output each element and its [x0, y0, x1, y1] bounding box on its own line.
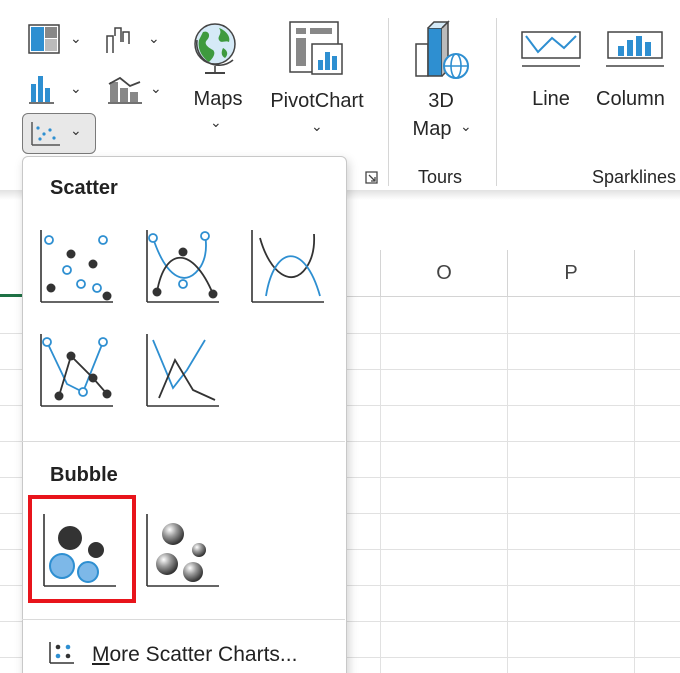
scatter-straight-lines-markers-option[interactable] — [37, 330, 117, 412]
scatter-smooth-lines-option[interactable] — [248, 226, 328, 308]
pivotchart-icon[interactable] — [288, 20, 348, 78]
globe-map-icon[interactable] — [189, 20, 243, 78]
tours-group-label: Tours — [418, 167, 463, 187]
bubble-heading: Bubble — [50, 464, 118, 486]
scatter-smooth-lines-markers-option[interactable] — [143, 226, 223, 308]
maps-label[interactable]: Maps — [189, 88, 247, 111]
grid-vline — [380, 297, 381, 673]
chevron-down-icon[interactable]: ⌄ — [210, 114, 222, 131]
more-scatter-charts-label[interactable]: More Scatter Charts... — [92, 643, 297, 667]
line-sparkline-icon[interactable] — [520, 22, 582, 70]
3d-map-icon[interactable] — [412, 20, 474, 82]
ribbon-group-separator — [496, 18, 497, 186]
chevron-down-icon[interactable]: ⌄ — [460, 118, 472, 135]
chevron-down-icon: ⌄ — [70, 122, 82, 138]
column-p-label: P — [564, 262, 578, 284]
selection-highlight — [28, 495, 136, 603]
ribbon-group-separator — [388, 18, 389, 186]
bar-chart-icon[interactable] — [28, 74, 66, 106]
more-label-rest: ore Scatter Charts... — [109, 643, 298, 666]
hierarchy-chart-icon[interactable] — [28, 24, 66, 56]
column-label[interactable]: Column — [596, 88, 680, 111]
grid-vline — [507, 297, 508, 673]
chevron-down-icon[interactable]: ⌄ — [70, 30, 82, 47]
scatter-chart-icon — [31, 122, 60, 146]
column-sparkline-icon[interactable] — [604, 22, 666, 70]
chevron-down-icon[interactable]: ⌄ — [148, 30, 160, 47]
column-header-p[interactable]: P — [507, 250, 634, 297]
selected-column-indicator — [0, 250, 22, 297]
line-label[interactable]: Line — [524, 88, 578, 111]
chevron-down-icon[interactable]: ⌄ — [150, 80, 162, 97]
scatter-heading: Scatter — [50, 177, 118, 199]
grid-vline — [634, 297, 635, 673]
chevron-down-icon[interactable]: ⌄ — [311, 118, 323, 135]
scatter-markers-option[interactable] — [37, 226, 117, 308]
3d-map-label-line1[interactable]: 3D — [412, 90, 470, 113]
menu-divider — [22, 619, 345, 620]
more-access-key: M — [92, 643, 110, 666]
3d-map-label-line2[interactable]: Map — [406, 118, 458, 141]
menu-divider — [22, 441, 345, 442]
scatter-small-icon — [49, 642, 74, 664]
chevron-down-icon[interactable]: ⌄ — [70, 80, 82, 97]
column-header-o[interactable]: O — [380, 250, 507, 297]
waterfall-chart-icon[interactable] — [104, 24, 142, 56]
combo-chart-icon[interactable] — [106, 74, 146, 106]
sparklines-group-label: Sparklines — [592, 167, 677, 187]
scatter-straight-lines-option[interactable] — [143, 330, 223, 412]
dialog-launcher-icon[interactable] — [364, 170, 380, 186]
pivotchart-label[interactable]: PivotChart — [263, 90, 371, 113]
column-o-label: O — [436, 262, 452, 284]
column-header-q[interactable] — [634, 250, 680, 297]
3d-bubble-chart-option[interactable] — [143, 510, 223, 592]
